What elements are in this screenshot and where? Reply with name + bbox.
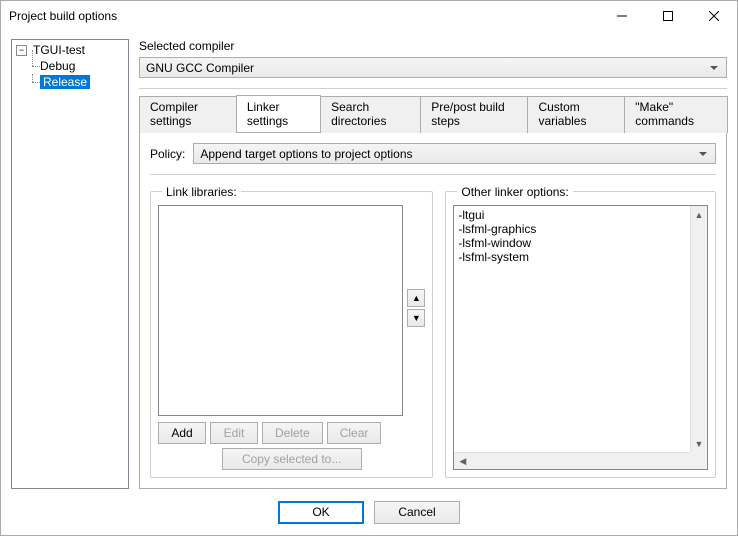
policy-label: Policy: [150,147,185,161]
tree-item-debug[interactable]: Debug [26,58,128,74]
tab-make-commands[interactable]: "Make" commands [624,96,728,133]
tree-item-label: Release [40,75,90,89]
vertical-scrollbar[interactable]: ▲ ▼ [690,206,707,452]
compiler-select-value: GNU GCC Compiler [146,61,254,75]
tree-collapse-icon[interactable]: − [16,45,27,56]
scroll-corner [690,452,707,469]
tree-root-label: TGUI-test [31,43,87,57]
other-linker-options-textarea[interactable]: -ltgui -lsfml-graphics -lsfml-window -ls… [453,205,708,470]
add-button[interactable]: Add [158,422,206,444]
tab-compiler-settings[interactable]: Compiler settings [139,96,237,133]
copy-selected-to-button: Copy selected to... [222,448,362,470]
move-down-button[interactable]: ▼ [407,309,425,327]
tree-item-root[interactable]: − TGUI-test [12,42,128,58]
delete-button: Delete [262,422,323,444]
scroll-up-icon[interactable]: ▲ [691,206,707,223]
tab-search-directories[interactable]: Search directories [320,96,421,133]
edit-button: Edit [210,422,258,444]
titlebar: Project build options [1,1,737,31]
ok-button[interactable]: OK [278,501,364,524]
minimize-button[interactable] [599,1,645,31]
link-libraries-title: Link libraries: [162,185,241,199]
clear-button: Clear [327,422,382,444]
tree-item-label: Debug [40,59,75,73]
policy-select-value: Append target options to project options [200,147,412,161]
close-button[interactable] [691,1,737,31]
tab-linker-settings[interactable]: Linker settings [236,95,321,132]
tree-item-release[interactable]: Release [26,74,128,90]
targets-tree[interactable]: − TGUI-test Debug Release [11,39,129,489]
scroll-left-icon[interactable]: ◀ [454,456,471,467]
maximize-button[interactable] [645,1,691,31]
other-linker-options-value: -ltgui -lsfml-graphics -lsfml-window -ls… [454,206,707,452]
tab-pre-post-build[interactable]: Pre/post build steps [420,96,528,133]
window-title: Project build options [9,9,599,23]
cancel-button[interactable]: Cancel [374,501,460,524]
settings-tabs: Compiler settings Linker settings Search… [139,95,727,133]
window-controls [599,1,737,31]
other-linker-options-title: Other linker options: [457,185,572,199]
selected-compiler-label: Selected compiler [139,39,727,53]
link-libraries-list[interactable] [158,205,403,416]
move-up-button[interactable]: ▲ [407,289,425,307]
horizontal-scrollbar[interactable]: ◀ ▶ [454,452,707,469]
policy-select[interactable]: Append target options to project options [193,143,716,164]
compiler-select[interactable]: GNU GCC Compiler [139,57,727,78]
tab-custom-variables[interactable]: Custom variables [527,96,625,133]
scroll-down-icon[interactable]: ▼ [691,435,707,452]
